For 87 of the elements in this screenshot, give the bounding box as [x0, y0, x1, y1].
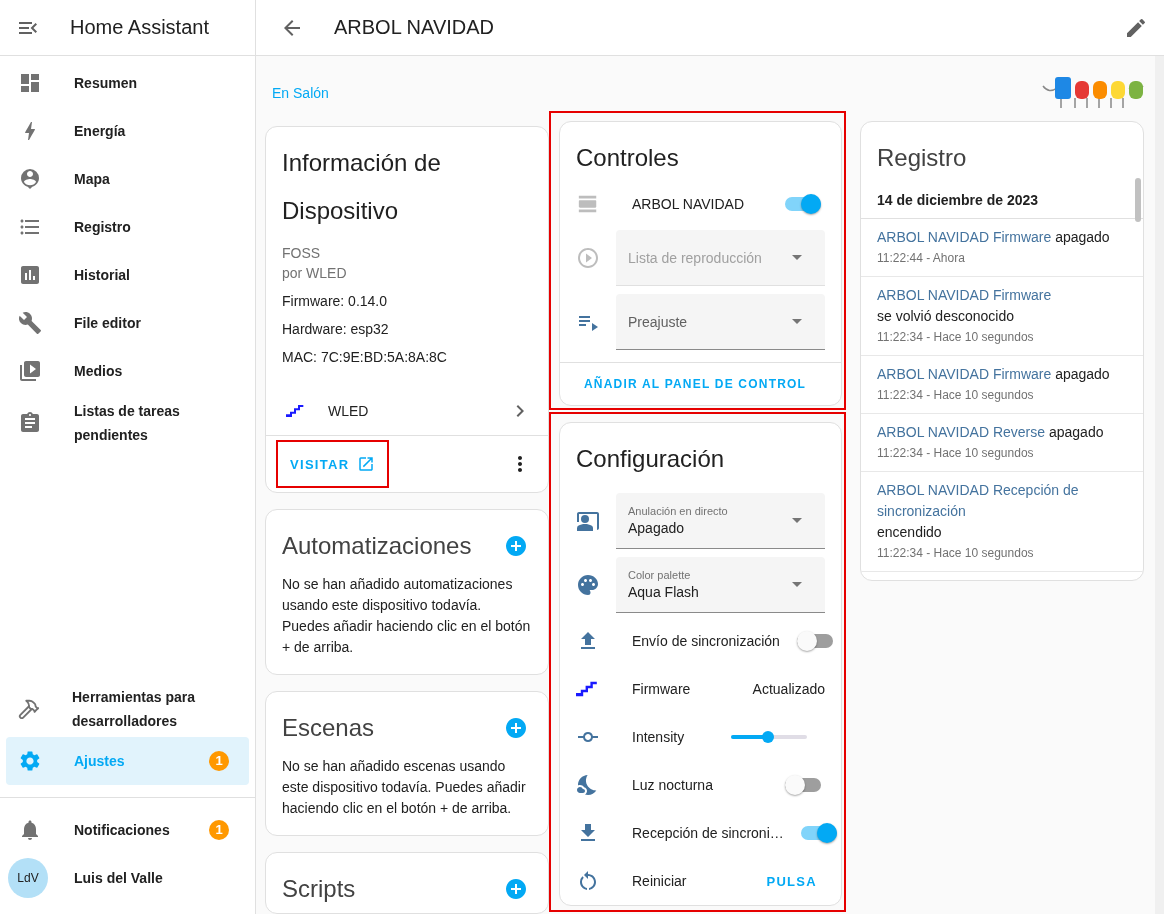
external-link-icon: [357, 455, 376, 473]
manufacturer-text: por WLED: [282, 264, 348, 283]
select-field[interactable]: Color palette Aqua Flash: [616, 557, 825, 613]
sidebar-item[interactable]: Historial: [6, 251, 249, 299]
entity-link[interactable]: ARBOL NAVIDAD Reverse: [877, 422, 1046, 443]
timestamp: 11:22:44 - Ahora: [877, 250, 966, 267]
user-avatar: LdV: [8, 858, 48, 898]
state-text: se volvió desconocido: [877, 307, 1014, 326]
device-detail: Firmware: 0.14.0: [282, 292, 389, 311]
card-title: Registro: [876, 143, 968, 173]
timestamp: 11:22:34 - Hace 10 segundos: [877, 387, 1035, 404]
entity-label: Intensity: [631, 729, 686, 745]
card-title: Configuración: [575, 444, 726, 474]
field-label: Color palette: [628, 567, 692, 582]
placeholder-text: Preajuste: [628, 313, 689, 330]
entity-label: Firmware: [631, 681, 692, 697]
wrench-icon: [18, 311, 42, 335]
state-text: apagado: [1055, 365, 1110, 384]
state-text: apagado: [1048, 423, 1104, 442]
sidebar-item[interactable]: Resumen: [6, 59, 249, 107]
page-title: ARBOL NAVIDAD: [334, 16, 496, 39]
sidebar-item[interactable]: Medios: [6, 347, 249, 395]
toggle-switch[interactable]: [799, 821, 838, 845]
entity-link[interactable]: ARBOL NAVIDAD Recepción de sincronización: [877, 480, 1127, 522]
field-value: Apagado: [628, 518, 686, 538]
sidebar-item[interactable]: File editor: [6, 299, 249, 347]
card-title: Controles: [575, 143, 680, 173]
dropdown-arrow-icon: [792, 255, 802, 260]
dropdown-arrow-icon: [792, 319, 802, 324]
entity-value: Actualizado: [752, 681, 825, 697]
state-text: encendido: [877, 523, 942, 542]
select-field[interactable]: Preajuste: [616, 294, 825, 350]
empty-message: No se han añadido automatizaciones usando este dispositivo todavía. Puedes añadir haciendo clic en el botón + de arriba.: [281, 575, 532, 657]
entity-label: Recepción de sincroni…: [631, 825, 784, 841]
sidebar-item[interactable]: Notificaciones 1: [6, 806, 249, 854]
model-text: FOSS: [282, 244, 322, 263]
dashboard-icon: [18, 71, 42, 95]
entity-link[interactable]: ARBOL NAVIDAD Firmware: [877, 285, 1052, 306]
person-pin-icon: [18, 167, 42, 191]
entity-label: Luz nocturna: [631, 777, 714, 793]
video-library-icon: [18, 359, 42, 383]
integration-row[interactable]: WLED: [266, 387, 548, 435]
timestamp: 11:22:34 - Hace 10 segundos: [877, 445, 1035, 462]
toggle-switch[interactable]: [795, 629, 834, 653]
scrollbar-thumb: [1135, 178, 1141, 222]
device-detail: Hardware: esp32: [282, 320, 390, 339]
device-detail: MAC: 7C:9E:BD:5A:8A:8C: [282, 348, 448, 367]
card-title: Escenas: [281, 713, 376, 743]
state-text: apagado: [1055, 228, 1110, 247]
stair-icon: [576, 680, 600, 698]
slider-thumb[interactable]: [762, 731, 775, 743]
user-item[interactable]: LdV Luis del Valle: [6, 854, 249, 902]
select-field[interactable]: Anulación en directo Apagado: [616, 493, 825, 549]
sidebar-item[interactable]: Registro: [6, 203, 249, 251]
entity-link[interactable]: ARBOL NAVIDAD Firmware: [877, 227, 1052, 248]
count-badge: 1: [209, 820, 229, 840]
card-title: Automatizaciones: [281, 531, 473, 561]
timestamp: 11:22:34 - Hace 10 segundos: [877, 545, 1035, 562]
dropdown-arrow-icon: [792, 582, 802, 587]
count-badge: 1: [209, 751, 229, 771]
palette-icon: [576, 573, 600, 597]
empty-message: No se han añadido escenas usando este dispositivo todavía. Puedes añadir haciendo clic en el botón + de arriba.: [281, 757, 527, 818]
sidebar-item[interactable]: Energía: [6, 107, 249, 155]
date-heading: 14 de diciembre de 2023: [861, 182, 1143, 219]
toggle-switch[interactable]: [784, 773, 822, 797]
clipboard-list-icon: [18, 411, 42, 435]
card-title: Scripts: [281, 874, 357, 904]
app-title: Home Assistant: [70, 16, 209, 39]
entity-label: Reiniciar: [631, 873, 688, 889]
sidebar-item[interactable]: Mapa: [6, 155, 249, 203]
card-title: Información de Dispositivo: [281, 148, 442, 226]
sidebar-item[interactable]: Listas de tareas pendientes: [6, 395, 249, 451]
entity-link[interactable]: ARBOL NAVIDAD Firmware: [877, 364, 1052, 385]
presentation-icon: [576, 509, 600, 533]
entity-label: Envío de sincronización: [631, 633, 780, 649]
toggle-switch[interactable]: [784, 192, 822, 216]
placeholder-text: Lista de reproducción: [628, 249, 763, 266]
field-value: Aqua Flash: [628, 582, 700, 602]
hammer-icon: [18, 698, 40, 720]
dropdown-arrow-icon: [792, 518, 802, 523]
field-label: Anulación en directo: [628, 503, 729, 518]
sidebar-item[interactable]: Herramientas para desarrolladores: [6, 681, 249, 737]
timestamp: 11:22:34 - Hace 10 segundos: [877, 329, 1035, 346]
bar-chart-icon: [18, 263, 42, 287]
entity-label: ARBOL NAVIDAD: [631, 196, 746, 212]
stair-icon: [286, 405, 306, 417]
settings-icon: [18, 749, 42, 773]
